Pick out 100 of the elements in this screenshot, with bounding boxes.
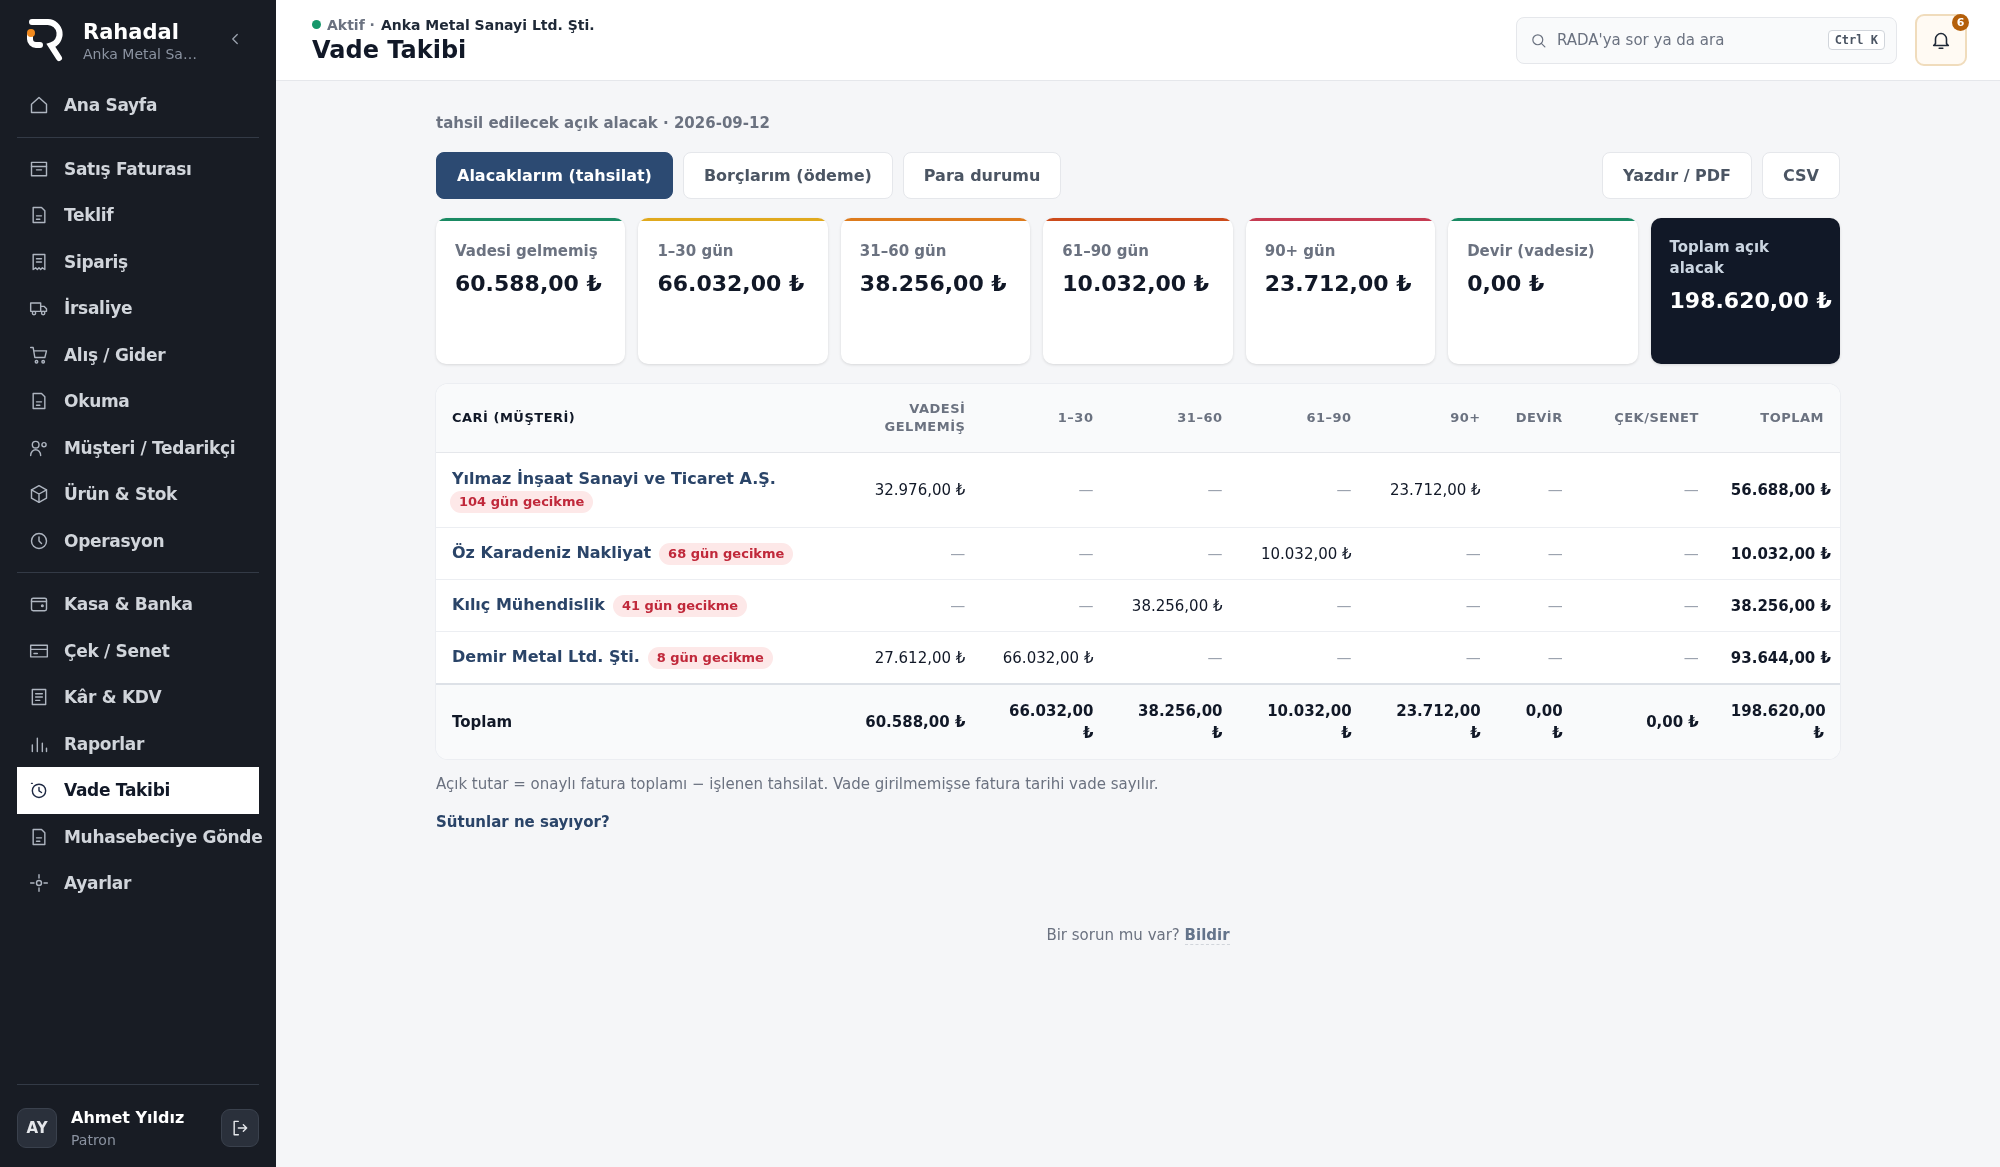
logo-icon <box>26 18 66 64</box>
table-cell: — <box>829 579 982 632</box>
company-name: Anka Metal Sa… <box>83 45 198 63</box>
card-value: 0,00 ₺ <box>1467 271 1546 296</box>
sidebar-item[interactable]: Çek / Senet <box>17 627 259 674</box>
table-cell: — <box>1496 579 1579 632</box>
card-value: 38.256,00 ₺ <box>859 271 1008 296</box>
customer-link[interactable]: Demir Metal Ltd. Şti. <box>452 647 640 666</box>
row-total: 10.032,00 ₺ <box>1714 527 1840 580</box>
box-icon <box>29 484 49 505</box>
search-icon <box>1530 31 1547 49</box>
overdue-tag: 104 gün gecikme <box>450 490 594 513</box>
column-total: 10.032,00 ₺ <box>1238 684 1368 759</box>
column-header: 90+ <box>1367 384 1497 453</box>
card-value: 66.032,00 ₺ <box>657 271 806 296</box>
sidebar-item[interactable]: Operasyon <box>17 517 259 564</box>
card-label: Devir (vadesiz) <box>1467 241 1596 262</box>
table-cell: — <box>1496 527 1579 580</box>
table-cell: — <box>1238 579 1368 632</box>
column-total: 38.256,00 ₺ <box>1109 684 1239 759</box>
footnote: Açık tutar = onaylı fatura toplamı − işlenen tahsilat. Vade girilmemişse fatura tarihi vade sayılır. <box>436 775 1160 793</box>
page-subtitle: tahsil edilecek açık alacak · 2026-09-12 <box>436 114 771 132</box>
table-cell: — <box>1578 452 1715 528</box>
sidebar-item[interactable]: Raporlar <box>17 720 259 767</box>
column-total: 66.032,00 ₺ <box>981 684 1110 759</box>
tab[interactable]: Para durumu <box>902 152 1062 199</box>
help-link[interactable]: Sütunlar ne sayıyor? <box>436 813 610 831</box>
column-header: ÇEK/SENET <box>1578 384 1715 453</box>
logout-button[interactable] <box>221 1109 259 1147</box>
sidebar-item[interactable]: Ürün & Stok <box>17 471 259 518</box>
column-total: 0,00 ₺ <box>1496 684 1579 759</box>
tab[interactable]: Alacaklarım (tahsilat) <box>436 152 673 199</box>
table-cell: — <box>1367 527 1497 580</box>
crosshair-icon <box>29 873 49 894</box>
column-total: 198.620,00 ₺ <box>1714 684 1840 759</box>
notification-button[interactable]: 6 <box>1915 14 1967 66</box>
table-cell: — <box>1109 527 1239 580</box>
report-link[interactable]: Bildir <box>1184 926 1230 945</box>
sidebar-item[interactable]: Vade Takibi <box>17 767 259 814</box>
sidebar-item[interactable]: Satış Faturası <box>17 145 259 192</box>
overdue-tag: 41 gün gecikme <box>612 595 748 617</box>
table-cell: — <box>981 527 1110 580</box>
table-cell: — <box>1578 527 1715 580</box>
table-cell: — <box>1367 579 1497 632</box>
card-label: Vadesi gelmemiş <box>455 241 599 262</box>
user-role: Patron <box>71 1132 117 1148</box>
sidebar-item[interactable]: İrsaliye <box>17 285 259 332</box>
card-value: 23.712,00 ₺ <box>1264 271 1413 296</box>
table-cell: 10.032,00 ₺ <box>1238 527 1368 580</box>
document-icon <box>29 826 49 847</box>
overdue-tag: 8 gün gecikme <box>647 647 773 669</box>
column-header: 31–60 <box>1109 384 1239 453</box>
print-button[interactable]: Yazdır / PDF <box>1602 152 1753 199</box>
clock-icon <box>29 530 49 551</box>
column-header: DEVİR <box>1496 384 1579 453</box>
table-cell: — <box>829 527 982 580</box>
tab[interactable]: Borçlarım (ödeme) <box>682 152 893 199</box>
status-dot <box>312 20 321 29</box>
column-header: 1–30 <box>981 384 1110 453</box>
card-label: 90+ gün <box>1264 241 1337 262</box>
card-label: 61–90 gün <box>1062 241 1150 262</box>
customer-link[interactable]: Yılmaz İnşaat Sanayi ve Ticaret A.Ş. <box>452 468 776 488</box>
sidebar-item[interactable]: Ana Sayfa <box>17 82 259 129</box>
export-button[interactable]: CSV <box>1762 152 1840 199</box>
table-cell: 23.712,00 ₺ <box>1367 452 1497 528</box>
status-label: Aktif · <box>327 16 375 33</box>
document-icon <box>29 205 49 226</box>
sidebar-item[interactable]: Okuma <box>17 378 259 425</box>
sidebar-item[interactable]: Kasa & Banka <box>17 581 259 628</box>
column-header: TOPLAM <box>1714 384 1840 453</box>
table-cell: 32.976,00 ₺ <box>829 452 982 528</box>
column-header: CARİ (MÜŞTERİ) <box>436 384 830 453</box>
customer-link[interactable]: Öz Karadeniz Nakliyat <box>452 543 652 562</box>
sidebar-item[interactable]: Teklif <box>17 192 259 239</box>
column-total: 60.588,00 ₺ <box>829 684 982 759</box>
column-header: VADESİ GELMEMİŞ <box>829 384 982 453</box>
sidebar-item[interactable]: Ayarlar <box>17 860 259 907</box>
card-value: 60.588,00 ₺ <box>455 271 603 296</box>
house-icon <box>29 95 49 116</box>
sidebar-item[interactable]: Kâr & KDV <box>17 674 259 721</box>
card-value: 10.032,00 ₺ <box>1062 271 1211 296</box>
table-cell: — <box>981 579 1110 632</box>
card-value: 198.620,00 ₺ <box>1669 288 1833 313</box>
sidebar-item[interactable]: Alış / Gider <box>17 331 259 378</box>
column-total: 23.712,00 ₺ <box>1367 684 1497 759</box>
page-title: Vade Takibi <box>312 35 468 64</box>
total-label: Toplam <box>436 684 830 759</box>
receipt-icon <box>29 251 49 272</box>
cart-icon <box>29 344 49 365</box>
logout-icon <box>230 1118 250 1138</box>
sidebar-item[interactable]: Müşteri / Tedarikçi <box>17 424 259 471</box>
customer-link[interactable]: Kılıç Mühendislik <box>452 595 605 614</box>
column-header: 61–90 <box>1238 384 1368 453</box>
table-cell: — <box>981 452 1110 528</box>
app-name: Rahadal <box>83 19 180 45</box>
sidebar-item[interactable]: Sipariş <box>17 238 259 285</box>
table-cell: — <box>1238 452 1368 528</box>
notification-count: 6 <box>1952 14 1969 31</box>
feedback-text: Bir sorun mu var? Bildir <box>1046 926 1230 944</box>
company-name: Anka Metal Sanayi Ltd. Şti. <box>380 16 595 33</box>
